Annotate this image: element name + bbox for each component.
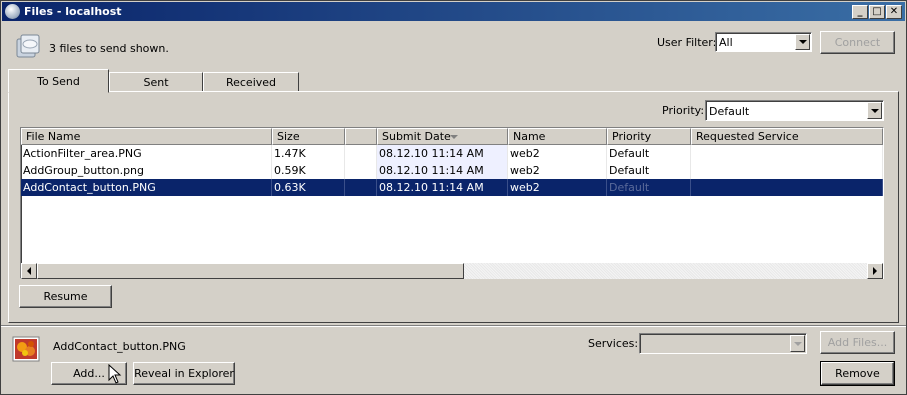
user-filter-label: User Filter: [657, 36, 717, 49]
column-header-label: Submit Date [382, 130, 451, 143]
column-header-size[interactable]: Size [272, 128, 345, 145]
cell-requested-service [691, 162, 883, 179]
priority-value: Default [709, 105, 750, 118]
maximize-button[interactable]: □ [869, 5, 885, 19]
cell-file-name: ActionFilter_area.PNG [21, 145, 272, 162]
chevron-down-icon[interactable] [795, 34, 810, 50]
divider [1, 325, 906, 327]
column-header-submit-date[interactable]: Submit Date [377, 128, 508, 145]
tab-received[interactable]: Received [203, 72, 299, 92]
table-row[interactable]: ActionFilter_area.PNG 1.47K 08.12.10 11:… [21, 145, 883, 162]
reveal-in-explorer-button[interactable]: Reveal in Explorer [133, 362, 235, 385]
cell-submit-date: 08.12.10 11:14 AM [377, 179, 508, 196]
chevron-down-icon[interactable] [867, 102, 882, 119]
table-row[interactable]: AddGroup_button.png 0.59K 08.12.10 11:14… [21, 162, 883, 179]
cell-requested-service [691, 145, 883, 162]
cell-blank [345, 179, 377, 196]
resume-button[interactable]: Resume [19, 285, 112, 308]
title-bar[interactable]: Files - localhost _ □ ✕ [2, 2, 905, 21]
cell-submit-date: 08.12.10 11:14 AM [377, 145, 508, 162]
file-stack-icon [13, 31, 43, 61]
cell-name: web2 [508, 145, 607, 162]
services-label: Services: [588, 337, 639, 350]
selected-file-name: AddContact_button.PNG [53, 340, 186, 353]
chevron-down-icon[interactable] [790, 335, 805, 352]
cell-priority: Default [607, 162, 691, 179]
user-filter-value: All [719, 36, 733, 49]
tab-to-send[interactable]: To Send [8, 69, 109, 93]
tab-sent[interactable]: Sent [109, 72, 203, 92]
scroll-left-button[interactable] [21, 263, 37, 279]
services-select[interactable] [639, 333, 807, 354]
cell-name: web2 [508, 162, 607, 179]
cursor-icon [108, 363, 122, 384]
cell-priority: Default [607, 145, 691, 162]
sort-down-icon [450, 135, 458, 139]
cell-size: 0.59K [272, 162, 345, 179]
column-header-blank[interactable] [345, 128, 377, 145]
files-window: Files - localhost _ □ ✕ 3 files to send … [0, 0, 907, 395]
scrollbar-thumb[interactable] [37, 263, 464, 279]
cell-blank [345, 162, 377, 179]
column-header-file-name[interactable]: File Name [21, 128, 272, 145]
cell-file-name: AddGroup_button.png [21, 162, 272, 179]
priority-label: Priority: [662, 104, 705, 117]
user-filter-select[interactable]: All [715, 32, 812, 52]
globe-icon [5, 4, 20, 19]
files-table[interactable]: File Name Size Submit Date Name Priority… [20, 127, 884, 279]
add-files-button[interactable]: Add Files... [820, 331, 895, 354]
cell-submit-date: 08.12.10 11:14 AM [377, 162, 508, 179]
cell-blank [345, 145, 377, 162]
minimize-button[interactable]: _ [852, 5, 868, 19]
connect-button[interactable]: Connect [820, 31, 895, 54]
cell-file-name: AddContact_button.PNG [21, 179, 272, 196]
cell-requested-service [691, 179, 883, 196]
cell-size: 1.47K [272, 145, 345, 162]
column-header-priority[interactable]: Priority [607, 128, 691, 145]
close-button[interactable]: ✕ [886, 5, 902, 19]
column-header-name[interactable]: Name [508, 128, 607, 145]
window-title: Files - localhost [24, 5, 122, 18]
column-header-requested-service[interactable]: Requested Service [691, 128, 883, 145]
cell-priority: Default [607, 179, 691, 196]
image-file-icon [12, 336, 40, 362]
scroll-right-button[interactable] [867, 263, 883, 279]
status-text: 3 files to send shown. [49, 42, 169, 55]
cell-size: 0.63K [272, 179, 345, 196]
table-row-selected[interactable]: AddContact_button.PNG 0.63K 08.12.10 11:… [21, 179, 883, 196]
horizontal-scrollbar[interactable] [21, 263, 883, 279]
remove-button[interactable]: Remove [820, 361, 895, 386]
cell-name: web2 [508, 179, 607, 196]
priority-select[interactable]: Default [705, 100, 884, 121]
